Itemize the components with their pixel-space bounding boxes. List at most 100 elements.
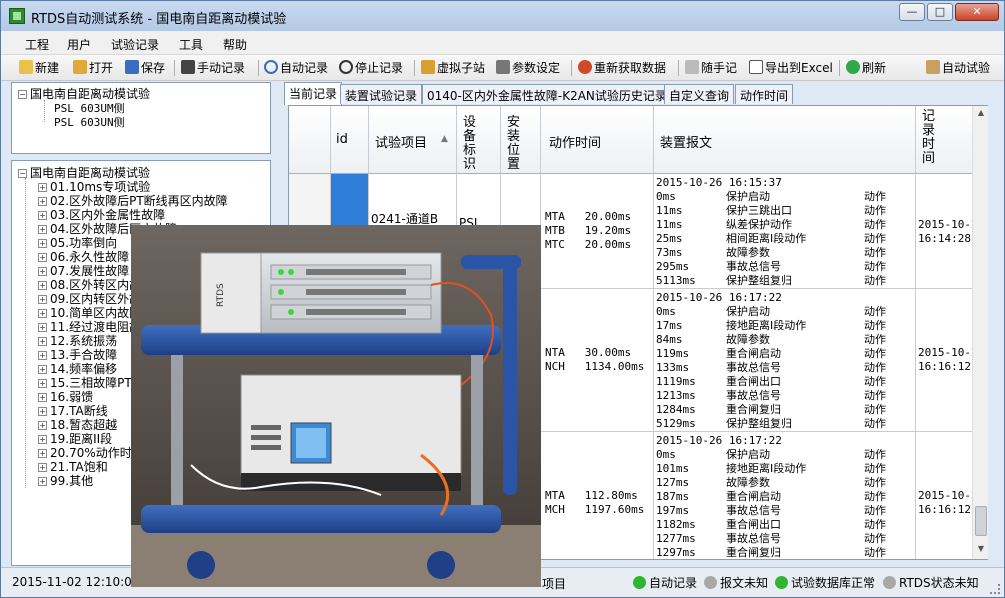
expand-icon[interactable]: + (38, 393, 47, 402)
expand-icon[interactable]: + (38, 477, 47, 486)
expand-icon[interactable]: + (38, 253, 47, 262)
scroll-down-icon[interactable]: ▼ (975, 544, 987, 556)
refetch-icon (578, 60, 592, 74)
tab-device-test-records[interactable]: 装置试验记录 (340, 84, 423, 104)
column-header-test-item[interactable]: 试验项目 ▲ (369, 106, 457, 174)
column-header-device-msg[interactable]: 装置报文 (654, 106, 916, 174)
menu-project[interactable]: 工程 (25, 36, 49, 53)
expand-icon[interactable]: + (38, 463, 47, 472)
auto-record-button[interactable]: 自动记录 (264, 59, 328, 77)
column-header-action-time[interactable]: 动作时间 (541, 106, 654, 174)
tree-connector (44, 100, 45, 122)
open-button[interactable]: 打开 (73, 59, 113, 77)
expand-icon[interactable]: + (38, 351, 47, 360)
virtual-station-label: 虚拟子站 (437, 61, 486, 75)
save-button[interactable]: 保存 (125, 59, 165, 77)
expand-icon[interactable]: + (38, 239, 47, 248)
cell-action-time[interactable]: MTA 112.80ms MCH 1197.60ms (541, 432, 654, 559)
auto-record-label: 自动记录 (280, 61, 329, 75)
refetch-data-button[interactable]: 重新获取数据 (578, 59, 666, 77)
message-texts-text: 保护启动 接地距离Ⅰ段动作 故障参数 重合闸启动 事故总信号 重合闸出口 事故总… (726, 305, 807, 430)
notes-label: 随手记 (701, 61, 738, 75)
action-time-text: MTA 20.00ms MTB 19.20ms MTC 20.00ms (545, 210, 632, 251)
cell-device-message[interactable]: 2015-10-26 16:17:22 0ms 101ms 127ms 187m… (654, 432, 916, 559)
tree-connector (25, 178, 26, 488)
collapse-icon[interactable]: − (18, 169, 27, 178)
expand-icon[interactable]: + (38, 379, 47, 388)
expand-icon[interactable]: + (38, 295, 47, 304)
action-time-text: MTA 112.80ms MCH 1197.60ms (545, 489, 645, 516)
action-time-text: NTA 30.00ms NCH 1134.00ms (545, 346, 645, 373)
close-button[interactable]: ✕ (955, 3, 999, 21)
auto-test-button[interactable]: 自动试验 (926, 59, 990, 77)
manual-record-button[interactable]: 手动记录 (181, 59, 245, 77)
message-states-text: 动作 动作 动作 动作 动作 动作 动作 动作 (864, 448, 886, 559)
expand-icon[interactable]: + (38, 421, 47, 430)
vertical-scrollbar[interactable]: ▲ ▼ (972, 106, 988, 559)
expand-icon[interactable]: + (38, 183, 47, 192)
row-header-corner (289, 106, 331, 174)
column-header-id[interactable]: id (331, 106, 369, 174)
tab-action-time[interactable]: 动作时间 (735, 84, 794, 104)
expand-icon[interactable]: + (38, 267, 47, 276)
refetch-data-label: 重新获取数据 (594, 61, 667, 75)
expand-icon[interactable]: + (38, 281, 47, 290)
refresh-label: 刷新 (862, 61, 887, 75)
maximize-button[interactable]: □ (927, 3, 953, 21)
new-button[interactable]: 新建 (19, 59, 59, 77)
collapse-icon[interactable]: − (18, 90, 27, 99)
cell-device-message[interactable]: 2015-10-26 16:17:22 0ms 17ms 84ms 119ms … (654, 289, 916, 432)
cell-action-time[interactable]: NTA 30.00ms NCH 1134.00ms (541, 289, 654, 432)
refresh-icon (846, 60, 860, 74)
export-excel-button[interactable]: 导出到Excel (749, 59, 833, 77)
expand-icon[interactable]: + (38, 449, 47, 458)
cell-action-time[interactable]: MTA 20.00ms MTB 19.20ms MTC 20.00ms (541, 174, 654, 289)
scrollbar-thumb[interactable] (975, 506, 987, 536)
menu-help[interactable]: 帮助 (223, 36, 247, 53)
record-time-text: 2015-10-26 16:16:12 (918, 489, 975, 516)
param-settings-label: 参数设定 (512, 61, 561, 75)
refresh-button[interactable]: 刷新 (846, 59, 886, 77)
folder-icon (73, 60, 87, 74)
tab-current-records[interactable]: 当前记录 (284, 82, 343, 105)
column-header-install-pos[interactable]: 安装位置 (501, 106, 541, 174)
expand-icon[interactable]: + (38, 225, 47, 234)
export-icon (749, 60, 763, 74)
header-device-id-label: 设备标识 (463, 115, 477, 172)
expand-icon[interactable]: + (38, 337, 47, 346)
test-tree-item-label: 99.其他 (50, 474, 94, 488)
stop-record-button[interactable]: 停止记录 (339, 59, 403, 77)
cell-record-time[interactable]: 2015-10-26 16:14:28 (916, 174, 976, 289)
cell-device-message[interactable]: 2015-10-26 16:15:37 0ms 11ms 11ms 25ms 7… (654, 174, 916, 289)
menu-tools[interactable]: 工具 (179, 36, 203, 53)
tab-history-records[interactable]: 0140-区内外金属性故障-K2AN试验历史记录 (422, 84, 672, 104)
param-settings-button[interactable]: 参数设定 (496, 59, 560, 77)
tree-item-device-un[interactable]: PSL 603UN侧 (54, 114, 125, 130)
virtual-station-button[interactable]: 虚拟子站 (421, 59, 485, 77)
tab-custom-query[interactable]: 自定义查询 (664, 84, 735, 104)
minimize-button[interactable]: — (899, 3, 925, 21)
expand-icon[interactable]: + (38, 197, 47, 206)
message-states-text: 动作 动作 动作 动作 动作 动作 动作 动作 动作 (864, 305, 886, 430)
scroll-up-icon[interactable]: ▲ (975, 108, 987, 120)
menu-user[interactable]: 用户 (67, 36, 91, 53)
expand-icon[interactable]: + (38, 309, 47, 318)
expand-icon[interactable]: + (38, 407, 47, 416)
expand-icon[interactable]: + (38, 435, 47, 444)
expand-icon[interactable]: + (38, 211, 47, 220)
stop-record-label: 停止记录 (355, 61, 404, 75)
cell-record-time[interactable]: 2015-10-26 16:16:12 (916, 432, 976, 559)
notes-button[interactable]: 随手记 (685, 59, 737, 77)
column-header-record-time[interactable]: 记录时间 (916, 106, 976, 174)
wrench-icon (496, 60, 510, 74)
expand-icon[interactable]: + (38, 323, 47, 332)
gray-led-icon (704, 576, 717, 589)
project-tree: − 国电南自距离动模试验 PSL 603UM侧 PSL 603UN侧 (11, 82, 271, 154)
resize-grip-icon[interactable] (990, 584, 1000, 594)
expand-icon[interactable]: + (38, 365, 47, 374)
column-header-device-id[interactable]: 设备标识 (457, 106, 501, 174)
cell-record-time[interactable]: 2015-10-26 16:16:12 (916, 289, 976, 432)
menu-test-records[interactable]: 试验记录 (111, 36, 159, 53)
status-database: 试验数据库正常 (775, 574, 875, 591)
test-tree-item[interactable]: +99.其他 (38, 472, 93, 489)
